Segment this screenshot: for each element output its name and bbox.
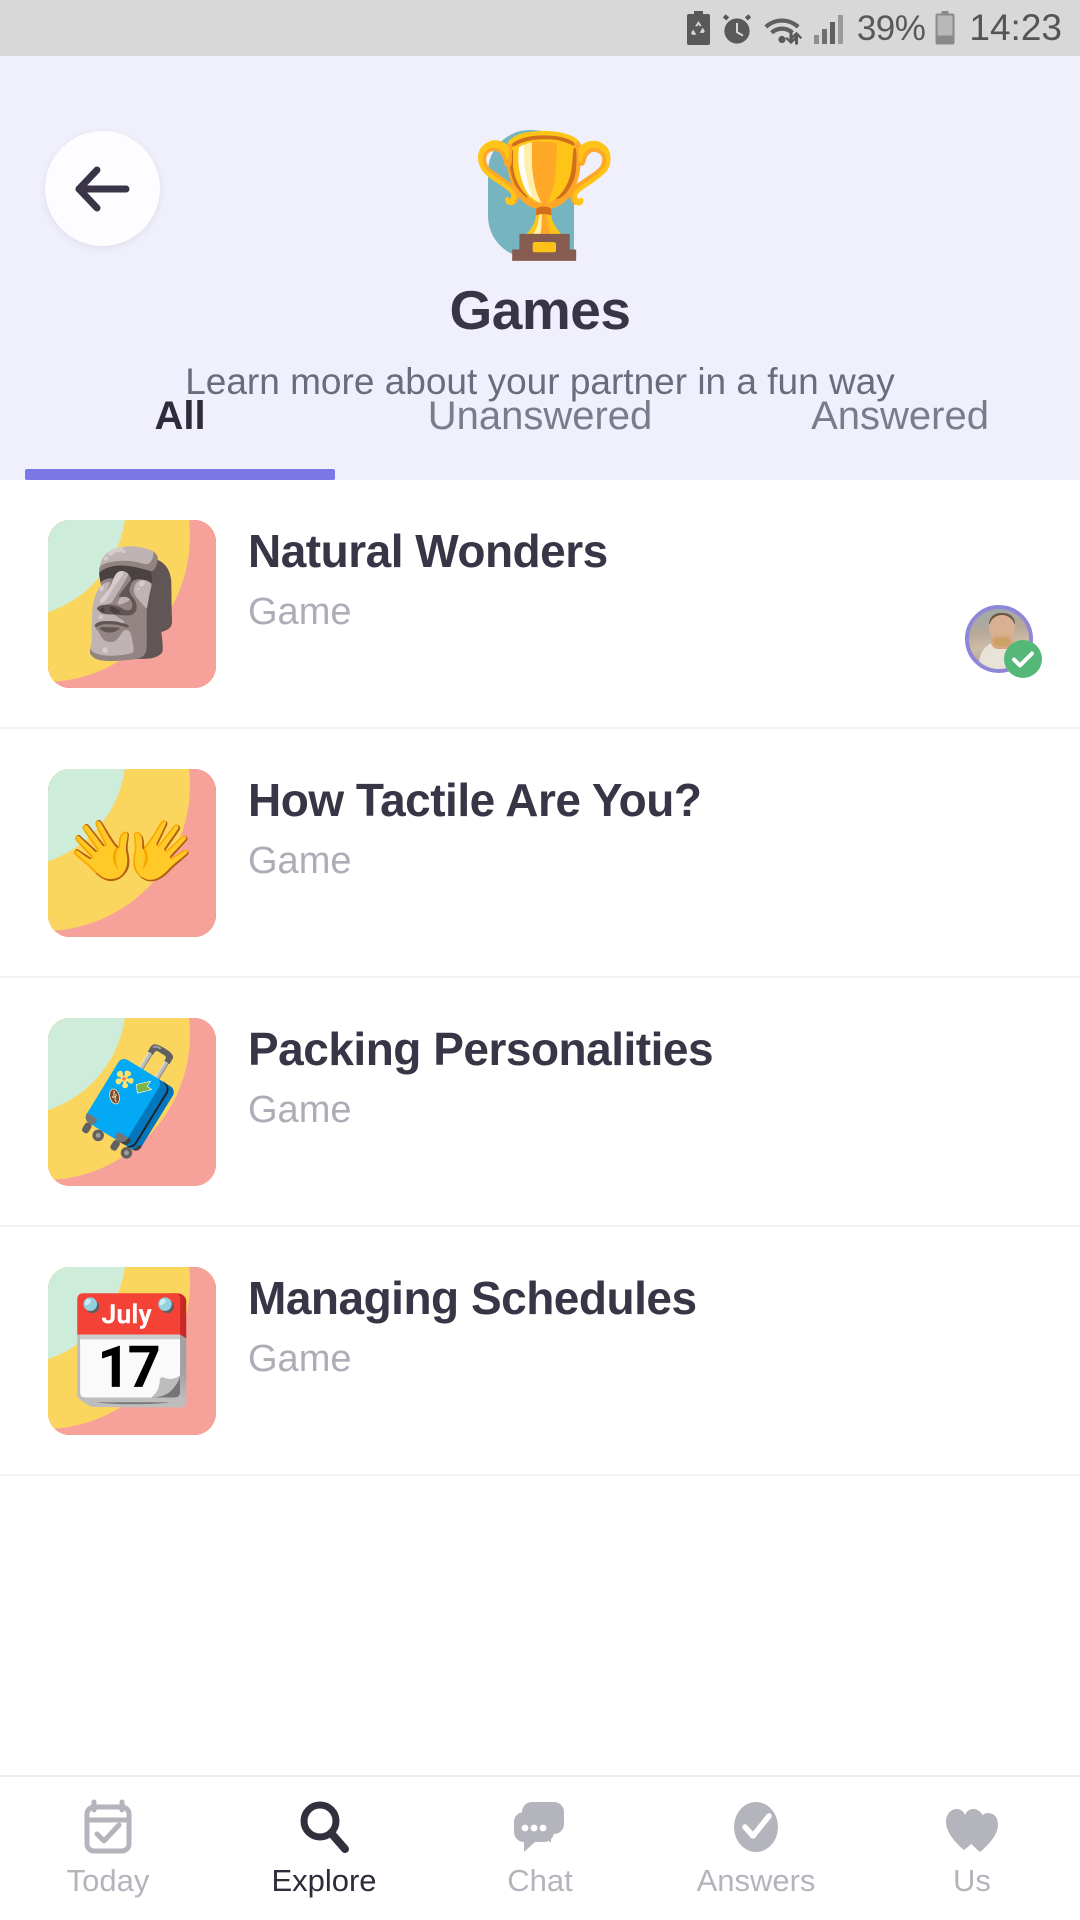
nav-item-us-label: Us <box>953 1863 991 1898</box>
game-list[interactable]: 🗿 Natural Wonders Game 👐 How Tactile Are… <box>0 480 1080 1920</box>
nav-item-answers-label: Answers <box>696 1863 816 1898</box>
list-item[interactable]: 🧳 Packing Personalities Game <box>0 978 1080 1227</box>
tab-all-label: All <box>154 394 206 438</box>
two-hearts-icon <box>942 1798 1002 1856</box>
nav-item-explore-label: Explore <box>271 1863 377 1898</box>
game-title: How Tactile Are You? <box>248 774 702 826</box>
search-icon <box>296 1798 352 1856</box>
tab-answered[interactable]: Answered <box>720 390 1080 480</box>
chat-bubbles-icon <box>510 1798 570 1856</box>
hero-illustration: 🏆 <box>0 126 1080 266</box>
trophy-emoji: 🏆 <box>470 129 620 263</box>
status-bar-clock: 14:23 <box>969 7 1062 48</box>
nav-item-chat[interactable]: Chat <box>432 1777 648 1920</box>
game-thumbnail: 👐 <box>48 769 216 937</box>
page-header: 🏆 Games Learn more about your partner in… <box>0 56 1080 480</box>
game-thumbnail: 🧳 <box>48 1018 216 1186</box>
tear-off-calendar-emoji: 📆 <box>67 1293 197 1409</box>
luggage-emoji: 🧳 <box>67 1044 197 1160</box>
status-bar: 39% 14:23 <box>0 0 1080 56</box>
check-circle-icon <box>728 1798 784 1856</box>
game-thumbnail: 📆 <box>48 1267 216 1435</box>
alarm-icon <box>721 12 753 45</box>
check-icon <box>1012 651 1034 667</box>
game-subtitle: Game <box>248 1088 352 1131</box>
list-item[interactable]: 🗿 Natural Wonders Game <box>0 480 1080 729</box>
tab-answered-label: Answered <box>811 394 989 438</box>
game-title: Natural Wonders <box>248 525 608 577</box>
bottom-navigation: Today Explore Chat Answers Us <box>0 1775 1080 1920</box>
battery-percent-label: 39% <box>856 8 926 48</box>
game-subtitle: Game <box>248 839 352 882</box>
signal-icon <box>813 12 848 45</box>
list-item[interactable]: 👐 How Tactile Are You? Game <box>0 729 1080 978</box>
nav-item-chat-label: Chat <box>507 1863 573 1898</box>
nav-item-today-label: Today <box>66 1863 150 1898</box>
game-subtitle: Game <box>248 590 352 633</box>
nav-item-today[interactable]: Today <box>0 1777 216 1920</box>
tab-unanswered-label: Unanswered <box>427 394 653 438</box>
game-title: Packing Personalities <box>248 1023 714 1075</box>
nav-item-explore[interactable]: Explore <box>216 1777 432 1920</box>
calendar-check-icon <box>80 1798 136 1856</box>
game-subtitle: Game <box>248 1337 352 1380</box>
tab-all[interactable]: All <box>0 390 360 480</box>
status-badge <box>1004 640 1042 678</box>
tab-unanswered[interactable]: Unanswered <box>360 390 720 480</box>
tab-bar: All Unanswered Answered <box>0 390 1080 480</box>
battery-icon <box>934 11 956 45</box>
partner-avatar[interactable] <box>965 605 1042 678</box>
open-hands-emoji: 👐 <box>67 795 197 911</box>
wifi-icon <box>762 12 804 45</box>
list-item[interactable]: 📆 Managing Schedules Game <box>0 1227 1080 1476</box>
game-thumbnail: 🗿 <box>48 520 216 688</box>
nav-item-answers[interactable]: Answers <box>648 1777 864 1920</box>
nav-item-us[interactable]: Us <box>864 1777 1080 1920</box>
moai-emoji: 🗿 <box>67 546 197 662</box>
battery-saver-icon <box>685 11 712 45</box>
game-title: Managing Schedules <box>248 1272 697 1324</box>
page-title: Games <box>449 279 631 341</box>
tab-active-indicator <box>25 469 335 480</box>
